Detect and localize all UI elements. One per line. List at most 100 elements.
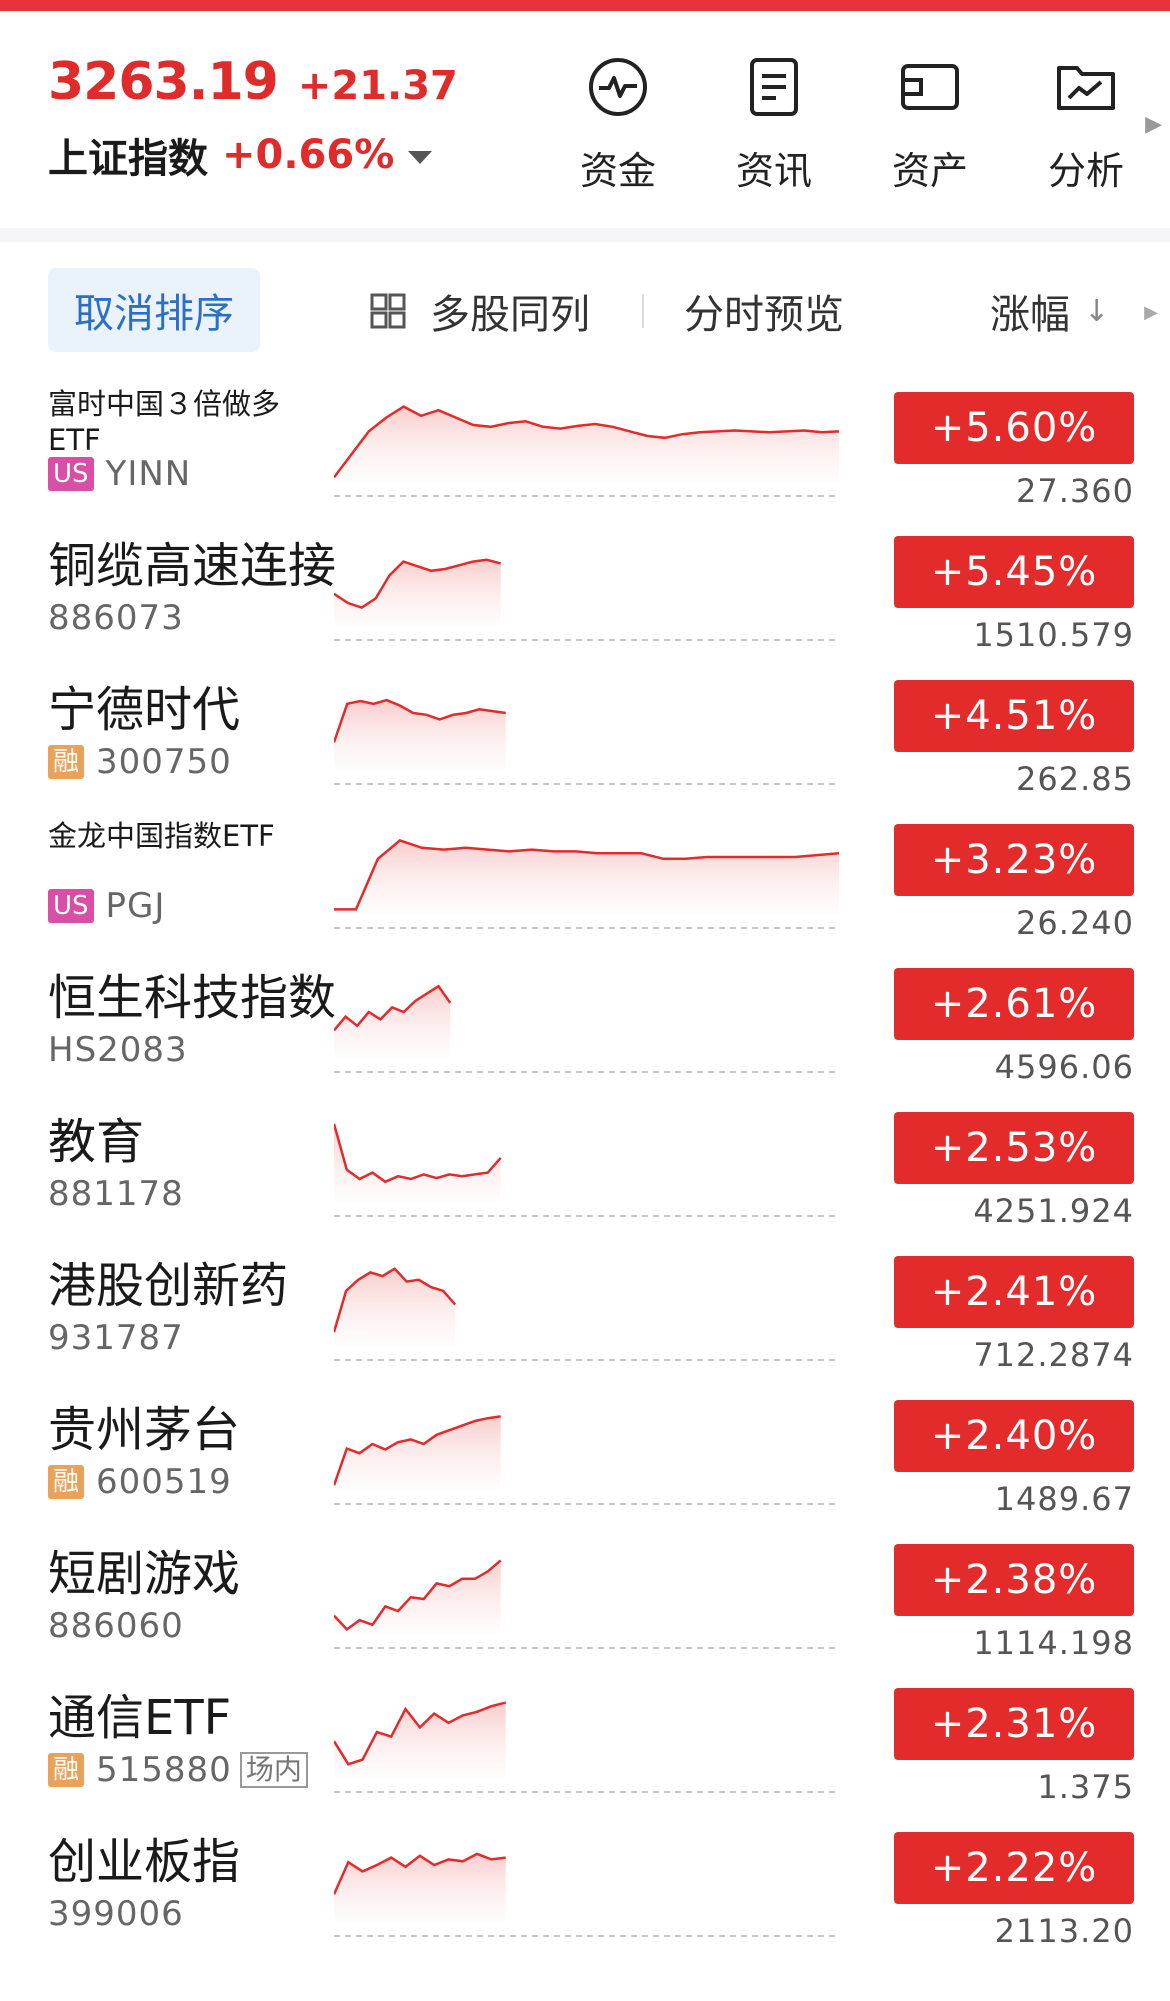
quick-nav-label: 资产 bbox=[891, 149, 968, 193]
market-badge: 融 bbox=[48, 745, 85, 779]
chevron-right-icon[interactable]: ▶ bbox=[1144, 302, 1158, 323]
intraday-sparkline bbox=[334, 1852, 839, 1937]
wallet-icon bbox=[899, 56, 961, 118]
stock-sub-info: 融 515880 场内 bbox=[48, 1750, 308, 1790]
change-pct-button[interactable]: +2.38% bbox=[894, 1544, 1134, 1616]
market-badge: 融 bbox=[48, 1753, 85, 1787]
analysis-chart-icon bbox=[1055, 56, 1117, 118]
quick-nav-fund[interactable]: 资金 bbox=[540, 56, 696, 195]
sparkline-line bbox=[334, 1123, 502, 1184]
stock-code: 600519 bbox=[96, 1462, 232, 1502]
stock-sub-info: 931787 bbox=[48, 1318, 184, 1358]
intraday-sparkline bbox=[334, 1267, 839, 1361]
grid-icon bbox=[370, 293, 406, 329]
change-pct-button[interactable]: +2.40% bbox=[894, 1400, 1134, 1472]
intraday-sparkline bbox=[334, 698, 839, 785]
stock-name: 宁德时代 bbox=[48, 682, 241, 738]
index-summary[interactable]: 3263.19 +21.37 上证指数 +0.66% bbox=[48, 52, 458, 184]
stock-price: 1489.67 bbox=[994, 1480, 1134, 1518]
change-pct-button[interactable]: +5.45% bbox=[894, 536, 1134, 608]
stock-row[interactable]: 港股创新药 931787 +2.41% 712.2874 bbox=[0, 1236, 1170, 1380]
stock-code: 886073 bbox=[48, 598, 184, 638]
stock-sub-info: 融 600519 bbox=[48, 1462, 232, 1502]
exchange-tag: 场内 bbox=[239, 1752, 308, 1788]
stock-name: 短剧游戏 bbox=[48, 1546, 241, 1602]
stock-price: 4596.06 bbox=[994, 1048, 1134, 1086]
stock-code: HS2083 bbox=[48, 1030, 188, 1070]
stock-row[interactable]: 创业板指 399006 +2.22% 2113.20 bbox=[0, 1812, 1170, 1956]
stock-price: 1510.579 bbox=[973, 616, 1134, 654]
change-pct-button[interactable]: +2.31% bbox=[894, 1688, 1134, 1760]
stock-price: 2113.20 bbox=[994, 1912, 1134, 1950]
section-divider bbox=[0, 228, 1170, 242]
stock-name: 港股创新药 bbox=[48, 1258, 289, 1314]
sparkline-area bbox=[334, 1702, 506, 1778]
stock-row[interactable]: 教育 881178 +2.53% 4251.924 bbox=[0, 1092, 1170, 1236]
intraday-sparkline bbox=[334, 558, 839, 641]
change-pct-button[interactable]: +2.53% bbox=[894, 1112, 1134, 1184]
intraday-preview-button[interactable]: 分时预览 bbox=[684, 282, 844, 340]
stock-name: 金龙中国指数ETF bbox=[48, 819, 275, 853]
stock-sub-info: 886060 bbox=[48, 1606, 184, 1646]
index-pct: +0.66% bbox=[222, 132, 395, 178]
stock-sub-info: US PGJ bbox=[48, 886, 165, 926]
quick-nav-news[interactable]: 资讯 bbox=[696, 56, 852, 195]
status-top-bar bbox=[0, 0, 1170, 11]
stock-row[interactable]: 贵州茅台融 600519 +2.40% 1489.67 bbox=[0, 1380, 1170, 1524]
stock-row[interactable]: 富时中国３倍做多ETF US YINN +5.60% 27.360 bbox=[0, 372, 1170, 516]
quick-nav-label: 资讯 bbox=[735, 149, 812, 193]
chevron-right-icon[interactable]: ▶ bbox=[1145, 112, 1162, 137]
sparkline-area bbox=[334, 559, 501, 626]
change-pct-button[interactable]: +4.51% bbox=[894, 680, 1134, 752]
stock-sub-info: 886073 bbox=[48, 598, 184, 638]
stock-row[interactable]: 恒生科技指数 HS2083 +2.61% 4596.06 bbox=[0, 948, 1170, 1092]
intraday-sparkline bbox=[334, 984, 839, 1073]
quick-nav-assets[interactable]: 资产 bbox=[852, 56, 1008, 195]
sort-column-label: 涨幅 bbox=[990, 292, 1070, 338]
stock-row[interactable]: 铜缆高速连接 886073 +5.45% 1510.579 bbox=[0, 516, 1170, 660]
quick-nav: 资金 资讯 资产 分析 bbox=[540, 56, 1164, 195]
stock-name: 教育 bbox=[48, 1114, 145, 1170]
stock-price: 4251.924 bbox=[973, 1192, 1134, 1230]
stock-row[interactable]: 短剧游戏 886060 +2.38% 1114.198 bbox=[0, 1524, 1170, 1668]
caret-down-icon[interactable] bbox=[408, 150, 433, 164]
cancel-sort-button[interactable]: 取消排序 bbox=[48, 268, 260, 352]
stock-row[interactable]: 金龙中国指数ETF US PGJ +3.23% 26.240 bbox=[0, 804, 1170, 948]
change-pct-button[interactable]: +2.22% bbox=[894, 1832, 1134, 1904]
change-pct-button[interactable]: +3.23% bbox=[894, 824, 1134, 896]
quick-nav-label: 分析 bbox=[1047, 149, 1124, 193]
stock-price: 712.2874 bbox=[973, 1336, 1134, 1374]
stock-name: 恒生科技指数 bbox=[48, 970, 337, 1026]
stock-code: 931787 bbox=[48, 1318, 184, 1358]
stock-sub-info: 399006 bbox=[48, 1894, 184, 1934]
stock-price: 1.375 bbox=[1037, 1768, 1134, 1806]
multi-stock-button[interactable]: 多股同列 bbox=[368, 282, 590, 340]
intraday-sparkline bbox=[334, 1559, 839, 1649]
market-badge: US bbox=[48, 889, 94, 923]
change-pct-button[interactable]: +2.41% bbox=[894, 1256, 1134, 1328]
stock-name: 创业板指 bbox=[48, 1834, 241, 1890]
stock-row[interactable]: 宁德时代融 300750 +4.51% 262.85 bbox=[0, 660, 1170, 804]
intraday-sparkline bbox=[334, 1123, 839, 1217]
market-badge: 融 bbox=[48, 1465, 85, 1499]
intraday-sparkline bbox=[334, 405, 840, 497]
quick-nav-analysis[interactable]: 分析 bbox=[1008, 56, 1164, 195]
stock-name: 铜缆高速连接 bbox=[48, 538, 337, 594]
stock-name: 通信ETF bbox=[48, 1690, 232, 1746]
intraday-sparkline bbox=[334, 838, 840, 929]
change-pct-button[interactable]: +5.60% bbox=[894, 392, 1134, 464]
stock-row[interactable]: 通信ETF 融 515880 场内 +2.31% 1.375 bbox=[0, 1668, 1170, 1812]
stock-name: 贵州茅台 bbox=[48, 1402, 241, 1458]
sort-by-change-button[interactable]: 涨幅 ↓ bbox=[990, 282, 1109, 340]
stock-sub-info: 融 300750 bbox=[48, 742, 232, 782]
stock-price: 26.240 bbox=[1016, 904, 1134, 942]
sparkline-area bbox=[334, 1853, 506, 1922]
stock-sub-info: US YINN bbox=[48, 454, 191, 494]
stock-price: 262.85 bbox=[1016, 760, 1134, 798]
change-pct-button[interactable]: +2.61% bbox=[894, 968, 1134, 1040]
index-value: 3263.19 bbox=[48, 52, 279, 112]
index-change: +21.37 bbox=[297, 63, 458, 109]
index-name: 上证指数 bbox=[48, 136, 208, 182]
stock-list: 富时中国３倍做多ETF US YINN +5.60% 27.360 铜缆高速连接 88607… bbox=[0, 372, 1170, 1956]
multi-stock-label: 多股同列 bbox=[430, 292, 590, 338]
